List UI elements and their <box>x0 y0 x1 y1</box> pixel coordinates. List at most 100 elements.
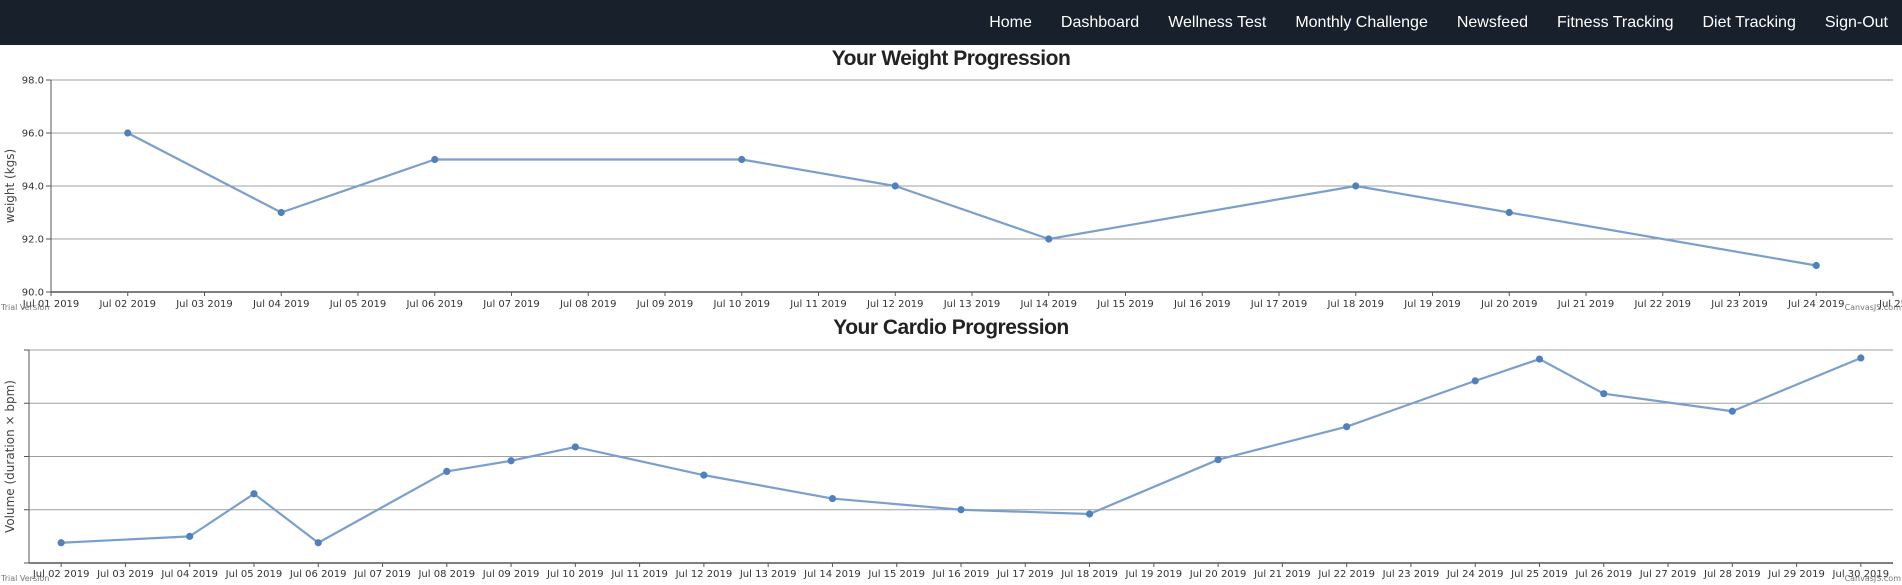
x-tick-label: Jul 07 2019 <box>353 569 411 580</box>
data-point[interactable] <box>124 129 132 137</box>
x-tick-label: Jul 11 2019 <box>610 569 668 580</box>
canvasjs-credit[interactable]: CanvasJS.com <box>1845 303 1902 312</box>
top-navbar: Home Dashboard Wellness Test Monthly Challe… <box>0 0 1902 45</box>
x-tick-label: Jul 12 2019 <box>675 569 733 580</box>
nav-fitness-tracking[interactable]: Fitness Tracking <box>1557 14 1673 32</box>
x-tick-label: Jul 27 2019 <box>1639 569 1697 580</box>
x-tick-label: Jul 21 2019 <box>1557 299 1615 310</box>
data-point[interactable] <box>1471 377 1479 385</box>
x-tick-label: Jul 20 2019 <box>1480 299 1538 310</box>
x-tick-label: Jul 04 2019 <box>252 299 310 310</box>
x-tick-label: Jul 14 2019 <box>803 569 861 580</box>
x-tick-label: Jul 25 2019 <box>1510 569 1568 580</box>
data-point[interactable] <box>431 155 439 164</box>
data-point[interactable] <box>1214 456 1222 464</box>
y-tick-label: 98.0 <box>22 76 44 87</box>
data-point[interactable] <box>1343 423 1351 431</box>
x-tick-label: Jul 15 2019 <box>1096 299 1154 310</box>
data-point[interactable] <box>1535 355 1544 363</box>
data-point[interactable] <box>443 467 451 476</box>
data-point[interactable] <box>738 155 746 164</box>
cardio-chart-container: Your Cardio Progression Volume (duration … <box>0 315 1902 585</box>
x-tick-label: Jul 23 2019 <box>1382 569 1440 580</box>
x-tick-label: Jul 13 2019 <box>739 569 797 580</box>
x-tick-label: Jul 18 2019 <box>1326 299 1384 310</box>
x-tick-label: Jul 05 2019 <box>225 569 283 580</box>
x-tick-label: Jul 07 2019 <box>482 299 540 310</box>
x-tick-label: Jul 26 2019 <box>1574 569 1632 580</box>
x-tick-label: Jul 22 2019 <box>1633 299 1691 310</box>
data-point[interactable] <box>250 490 258 498</box>
data-point[interactable] <box>1600 390 1608 398</box>
y-tick-label: 90.0 <box>22 288 44 299</box>
data-point[interactable] <box>507 457 515 465</box>
x-tick-label: Jul 05 2019 <box>329 299 387 310</box>
data-point[interactable] <box>1812 261 1820 270</box>
data-point[interactable] <box>1045 235 1053 243</box>
chart-title: Your Cardio Progression <box>833 316 1069 339</box>
x-tick-label: Jul 17 2019 <box>996 569 1054 580</box>
x-tick-label: Jul 19 2019 <box>1403 299 1461 310</box>
x-tick-label: Jul 06 2019 <box>289 569 347 580</box>
x-tick-label: Jul 09 2019 <box>636 299 694 310</box>
x-tick-label: Jul 10 2019 <box>712 299 770 310</box>
x-tick-label: Jul 20 2019 <box>1189 569 1247 580</box>
x-tick-label: Jul 22 2019 <box>1317 569 1375 580</box>
x-tick-label: Jul 17 2019 <box>1250 299 1308 310</box>
data-point[interactable] <box>1728 407 1736 415</box>
cardio-chart: Your Cardio Progression Volume (duration … <box>0 316 1902 583</box>
canvasjs-credit[interactable]: CanvasJS.com <box>1845 574 1902 583</box>
x-tick-label: Jul 11 2019 <box>789 299 847 310</box>
weight-chart-container: Your Weight Progression 90.0 92.0 94.0 96.0 9… <box>0 45 1902 315</box>
nav-dashboard[interactable]: Dashboard <box>1061 14 1139 32</box>
data-point[interactable] <box>1085 510 1094 518</box>
data-point[interactable] <box>1857 354 1865 362</box>
data-point[interactable] <box>186 532 194 540</box>
data-point[interactable] <box>700 471 708 479</box>
x-tick-label: Jul 12 2019 <box>866 299 924 310</box>
y-axis-title: weight (kgs) <box>3 149 17 223</box>
x-tick-label: Jul 13 2019 <box>943 299 1001 310</box>
x-tick-label: Jul 03 2019 <box>96 569 154 580</box>
data-point[interactable] <box>828 494 837 503</box>
data-point[interactable] <box>571 443 579 451</box>
x-tick-label: Jul 14 2019 <box>1019 299 1077 310</box>
x-tick-label: Jul 02 2019 <box>98 299 156 310</box>
x-tick-label: Jul 16 2019 <box>1173 299 1231 310</box>
y-tick-label: 96.0 <box>22 129 44 140</box>
x-tick-label: Jul 10 2019 <box>546 569 604 580</box>
data-point[interactable] <box>891 182 899 190</box>
nav-monthly-challenge[interactable]: Monthly Challenge <box>1295 14 1428 32</box>
data-point[interactable] <box>314 539 322 547</box>
series-line <box>127 132 1817 267</box>
x-tick-label: Jul 06 2019 <box>405 299 463 310</box>
x-tick-label: Jul 24 2019 <box>1787 299 1845 310</box>
x-tick-label: Jul 29 2019 <box>1767 569 1825 580</box>
data-point[interactable] <box>57 539 65 547</box>
y-axis-title: Volume (duration × bpm) <box>3 380 17 533</box>
series-line <box>61 356 1862 544</box>
nav-diet-tracking[interactable]: Diet Tracking <box>1702 14 1795 32</box>
data-point[interactable] <box>957 506 965 514</box>
data-point[interactable] <box>1505 208 1513 217</box>
x-tick-label: Jul 28 2019 <box>1703 569 1761 580</box>
x-tick-label: Jul 19 2019 <box>1125 569 1183 580</box>
x-tick-label: Jul 23 2019 <box>1710 299 1768 310</box>
x-tick-label: Jul 03 2019 <box>175 299 233 310</box>
x-tick-label: Jul 24 2019 <box>1446 569 1504 580</box>
x-tick-label: Jul 09 2019 <box>482 569 540 580</box>
nav-wellness-test[interactable]: Wellness Test <box>1168 14 1266 32</box>
nav-sign-out[interactable]: Sign-Out <box>1825 14 1888 32</box>
data-point[interactable] <box>1352 182 1360 190</box>
x-tick-label: Jul 08 2019 <box>417 569 475 580</box>
data-point[interactable] <box>277 208 285 217</box>
y-tick-label: 92.0 <box>22 235 44 246</box>
nav-home[interactable]: Home <box>989 14 1032 32</box>
trial-version-note: Trial Version <box>0 303 49 312</box>
trial-version-note: Trial Version <box>0 574 49 583</box>
x-tick-label: Jul 08 2019 <box>559 299 617 310</box>
y-tick-label: 94.0 <box>22 182 44 193</box>
x-tick-label: Jul 15 2019 <box>867 569 925 580</box>
x-tick-label: Jul 21 2019 <box>1253 569 1311 580</box>
nav-newsfeed[interactable]: Newsfeed <box>1457 14 1528 32</box>
